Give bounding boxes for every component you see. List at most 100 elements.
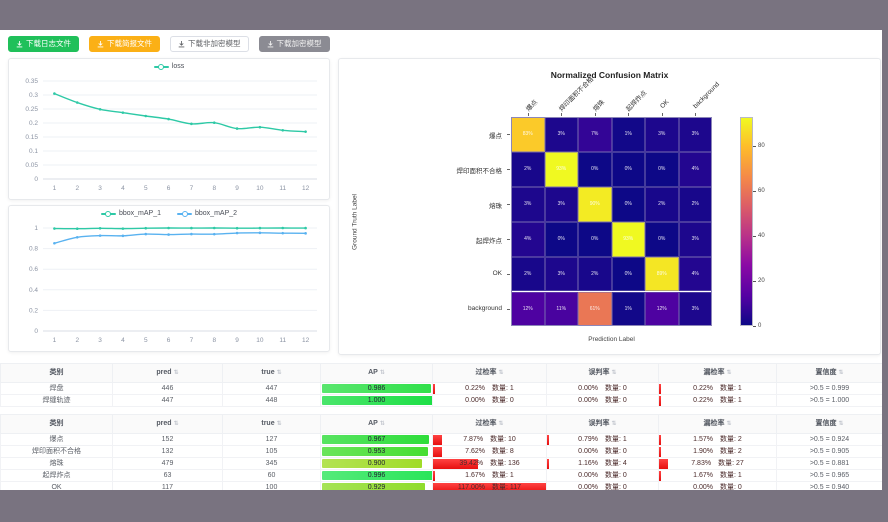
- column-header-label: AP: [368, 420, 378, 427]
- rate-value: 0.22%数量: 1: [659, 383, 776, 394]
- column-header-漏检率[interactable]: 漏检率⇅: [659, 364, 777, 383]
- colorbar-tick-label: 60: [758, 188, 765, 194]
- cell-misjudge-rate: 0.00%数量: 0: [547, 470, 659, 482]
- table-row: 焊印面积不合格1321050.9537.62%数量: 80.00%数量: 01.…: [1, 446, 883, 458]
- confusion-cell: 0%: [612, 257, 646, 292]
- matrix-x-axis-label: Prediction Label: [588, 336, 635, 343]
- svg-text:0.15: 0.15: [25, 134, 38, 141]
- confusion-cell: 12%: [511, 292, 545, 327]
- confusion-cell: 93%: [612, 222, 646, 257]
- ap-bar-wrap: 0.996: [321, 470, 432, 481]
- rate-quantity: 数量: 1: [720, 472, 742, 479]
- column-header-AP[interactable]: AP⇅: [321, 364, 433, 383]
- column-header-label: AP: [368, 369, 378, 376]
- cell-misjudge-rate: 0.00%数量: 0: [547, 383, 659, 395]
- axis-tick: [628, 113, 629, 116]
- rate-percent: 1.57%: [693, 436, 713, 443]
- sort-icon[interactable]: ⇅: [611, 421, 616, 427]
- sort-icon[interactable]: ⇅: [611, 370, 616, 376]
- svg-text:0.6: 0.6: [29, 266, 38, 273]
- ap-value: 1.000: [321, 395, 432, 406]
- sort-icon[interactable]: ⇅: [726, 370, 731, 376]
- cell-true: 447: [223, 383, 321, 395]
- rate-quantity: 数量: 4: [605, 460, 627, 467]
- column-header-漏检率[interactable]: 漏检率⇅: [659, 415, 777, 434]
- rate-quantity: 数量: 0: [605, 472, 627, 479]
- download-encrypted-model-button[interactable]: 下载加密模型: [259, 36, 330, 52]
- colorbar-tick: [753, 281, 756, 282]
- cell-ap: 0.900: [321, 458, 433, 470]
- svg-text:0.25: 0.25: [25, 106, 38, 113]
- svg-text:0.2: 0.2: [29, 307, 38, 314]
- sort-icon[interactable]: ⇅: [174, 421, 179, 427]
- legend-item-bbox_mAP_2[interactable]: bbox_mAP_2: [177, 210, 237, 217]
- sort-icon[interactable]: ⇅: [838, 421, 843, 427]
- column-header-过检率[interactable]: 过检率⇅: [433, 415, 547, 434]
- rate-value: 0.00%数量: 0: [659, 482, 776, 493]
- svg-text:9: 9: [235, 337, 239, 344]
- column-header-true[interactable]: true⇅: [223, 364, 321, 383]
- svg-text:0.35: 0.35: [25, 78, 38, 85]
- rate-quantity: 数量: 2: [720, 448, 742, 455]
- download-log-button[interactable]: 下载日志文件: [8, 36, 79, 52]
- matrix-column-label: 起焊炸点: [623, 88, 648, 113]
- cell-true: 448: [223, 395, 321, 407]
- rate-bar-wrap: 7.62%数量: 8: [433, 446, 546, 457]
- sort-icon[interactable]: ⇅: [380, 370, 385, 376]
- confusion-cell: 3%: [679, 292, 713, 327]
- sort-icon[interactable]: ⇅: [498, 421, 503, 427]
- sort-icon[interactable]: ⇅: [380, 421, 385, 427]
- sort-icon[interactable]: ⇅: [726, 421, 731, 427]
- rate-bar-wrap: 0.00%数量: 0: [547, 482, 658, 493]
- confusion-cell: 0%: [645, 152, 679, 187]
- download-report-button[interactable]: 下载简报文件: [89, 36, 160, 52]
- svg-text:11: 11: [279, 185, 286, 192]
- confusion-cell: 3%: [511, 187, 545, 222]
- rate-value: 117.00%数量: 117: [433, 482, 546, 493]
- svg-text:1: 1: [53, 185, 57, 192]
- column-header-pred[interactable]: pred⇅: [113, 364, 223, 383]
- column-header-置信度[interactable]: 置信度⇅: [777, 415, 883, 434]
- axis-tick: [507, 274, 510, 275]
- column-header-true[interactable]: true⇅: [223, 415, 321, 434]
- sort-icon[interactable]: ⇅: [277, 421, 282, 427]
- rate-bar-wrap: 7.87%数量: 10: [433, 434, 546, 445]
- cell-over-detect-rate: 7.62%数量: 8: [433, 446, 547, 458]
- sort-icon[interactable]: ⇅: [277, 370, 282, 376]
- rate-bar-wrap: 7.83%数量: 27: [659, 458, 776, 469]
- sort-icon[interactable]: ⇅: [174, 370, 179, 376]
- sort-icon[interactable]: ⇅: [838, 370, 843, 376]
- confusion-cell: 11%: [545, 292, 579, 327]
- download-icon: [267, 41, 274, 48]
- cell-over-detect-rate: 39.42%数量: 136: [433, 458, 547, 470]
- column-header-误判率[interactable]: 误判率⇅: [547, 415, 659, 434]
- legend-item-bbox_mAP_1[interactable]: bbox_mAP_1: [101, 210, 161, 217]
- rate-quantity: 数量: 27: [718, 460, 744, 467]
- legend-item-loss[interactable]: loss: [154, 63, 184, 70]
- rate-value: 0.00%数量: 0: [547, 383, 658, 394]
- cell-ap: 1.000: [321, 395, 433, 407]
- sort-icon[interactable]: ⇅: [498, 370, 503, 376]
- rate-value: 1.67%数量: 1: [659, 470, 776, 481]
- column-header-AP[interactable]: AP⇅: [321, 415, 433, 434]
- confusion-cell: 0%: [645, 222, 679, 257]
- rate-value: 1.57%数量: 2: [659, 434, 776, 445]
- rate-value: 0.22%数量: 1: [659, 395, 776, 406]
- column-header-过检率[interactable]: 过检率⇅: [433, 364, 547, 383]
- ap-bar-wrap: 0.953: [321, 446, 432, 457]
- column-header-类别: 类别: [1, 364, 113, 383]
- matrix-column-label: OK: [659, 98, 671, 110]
- column-header-置信度[interactable]: 置信度⇅: [777, 364, 883, 383]
- confusion-cell: 3%: [679, 222, 713, 257]
- column-header-误判率[interactable]: 误判率⇅: [547, 364, 659, 383]
- download-unencrypted-model-button[interactable]: 下载非加密模型: [170, 36, 249, 52]
- cell-over-detect-rate: 0.00%数量: 0: [433, 395, 547, 407]
- rate-quantity: 数量: 0: [605, 448, 627, 455]
- column-header-label: 置信度: [815, 420, 836, 427]
- svg-text:11: 11: [279, 337, 286, 344]
- cell-misjudge-rate: 1.16%数量: 4: [547, 458, 659, 470]
- cell-ap: 0.996: [321, 470, 433, 482]
- line-series-icon: [177, 210, 192, 217]
- rate-value: 0.22%数量: 1: [433, 383, 546, 394]
- column-header-pred[interactable]: pred⇅: [113, 415, 223, 434]
